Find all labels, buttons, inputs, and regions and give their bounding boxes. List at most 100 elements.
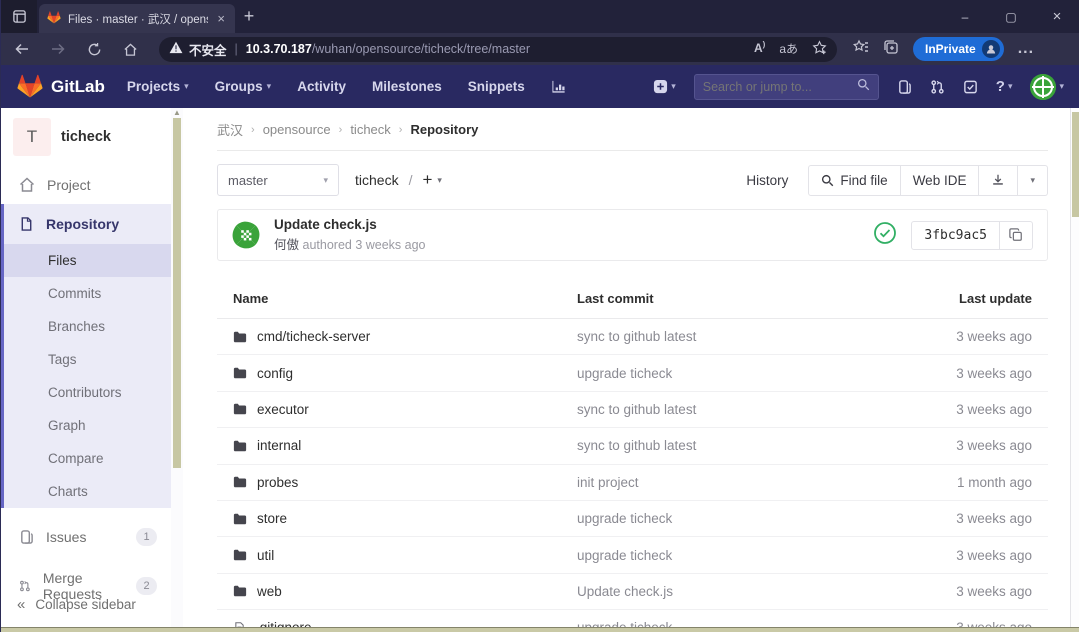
sidebar-item-repository[interactable]: Repository [4, 204, 171, 244]
user-menu[interactable]: ▾ [1030, 74, 1064, 100]
commit-author-avatar[interactable] [230, 219, 262, 251]
todos-icon[interactable] [963, 79, 978, 95]
last-update: 3 weeks ago [882, 584, 1032, 599]
page-scrollbar[interactable] [1070, 108, 1079, 627]
collapse-sidebar-button[interactable]: « Collapse sidebar [1, 596, 171, 613]
table-row[interactable]: store upgrade ticheck 3 weeks ago [217, 501, 1048, 537]
browser-tab[interactable]: Files · master · 武汉 / opensourc × [39, 4, 235, 33]
table-row[interactable]: util upgrade ticheck 3 weeks ago [217, 537, 1048, 573]
maximize-button[interactable]: ▢ [988, 0, 1034, 33]
close-button[interactable]: × [1034, 0, 1079, 33]
breadcrumb-project[interactable]: ticheck [350, 122, 390, 137]
address-bar[interactable]: 不安全 | 10.3.70.187 /wuhan/opensource/tich… [159, 37, 837, 62]
commit-message-link[interactable]: upgrade ticheck [577, 548, 672, 563]
help-dropdown[interactable]: ? ▾ [996, 78, 1013, 95]
history-button[interactable]: History [734, 166, 800, 195]
repo-root-link[interactable]: ticheck [355, 172, 399, 188]
collections-icon[interactable] [883, 39, 899, 60]
nav-groups[interactable]: Groups▾ [215, 79, 272, 94]
sidebar-item-contributors[interactable]: Contributors [4, 376, 171, 409]
file-name-link[interactable]: store [257, 511, 287, 526]
commit-sha[interactable]: 3fbc9ac5 [911, 221, 1000, 250]
web-ide-button[interactable]: Web IDE [901, 165, 980, 196]
sidebar-item-files[interactable]: Files [4, 244, 171, 277]
sidebar-item-issues[interactable]: Issues 1 [1, 516, 171, 558]
file-name-link[interactable]: probes [257, 475, 298, 490]
not-secure-chip[interactable]: 不安全 [169, 40, 227, 59]
download-source-button[interactable] [979, 165, 1018, 196]
chevron-down-icon: ▾ [267, 81, 272, 92]
nav-snippets[interactable]: Snippets [468, 79, 525, 94]
sidebar-item-project[interactable]: Project [1, 166, 171, 204]
table-row[interactable]: cmd/ticheck-server sync to github latest… [217, 319, 1048, 355]
commit-message-link[interactable]: sync to github latest [577, 329, 696, 344]
branch-selector[interactable]: master ▾ [217, 164, 339, 196]
chevron-down-icon: ▾ [184, 81, 189, 92]
back-icon[interactable] [7, 36, 37, 62]
search-input[interactable] [703, 80, 857, 94]
commit-message-link[interactable]: sync to github latest [577, 438, 696, 453]
commit-title-link[interactable]: Update check.js [274, 217, 426, 232]
nav-activity[interactable]: Activity [297, 79, 346, 94]
table-row[interactable]: internal sync to github latest 3 weeks a… [217, 428, 1048, 464]
sidebar-item-branches[interactable]: Branches [4, 310, 171, 343]
sidebar-scrollbar[interactable]: ▲ [171, 108, 183, 627]
translate-icon[interactable]: aあ [779, 40, 798, 58]
tab-close-icon[interactable]: × [215, 11, 227, 26]
new-dropdown[interactable]: ▾ [653, 79, 676, 94]
new-tab-button[interactable]: + [235, 0, 263, 33]
sidebar-item-commits[interactable]: Commits [4, 277, 171, 310]
sidebar-scroll-thumb[interactable] [173, 118, 181, 468]
sidebar-item-compare[interactable]: Compare [4, 442, 171, 475]
read-aloud-icon[interactable]: A) [754, 40, 765, 58]
copy-sha-button[interactable] [1000, 221, 1033, 250]
commit-message-link[interactable]: upgrade ticheck [577, 511, 672, 526]
file-name-link[interactable]: executor [257, 402, 309, 417]
nav-milestones[interactable]: Milestones [372, 79, 442, 94]
breadcrumb-subgroup[interactable]: opensource [263, 122, 331, 137]
file-name-link[interactable]: cmd/ticheck-server [257, 329, 370, 344]
commit-message-link[interactable]: upgrade ticheck [577, 366, 672, 381]
minimize-button[interactable]: – [942, 0, 988, 33]
refresh-icon[interactable] [79, 36, 109, 62]
nav-projects[interactable]: Projects▾ [127, 79, 189, 94]
commit-message-link[interactable]: init project [577, 475, 639, 490]
find-file-button[interactable]: Find file [808, 165, 900, 196]
add-file-dropdown[interactable]: + ▾ [422, 170, 441, 190]
download-options-dropdown[interactable]: ▾ [1018, 165, 1048, 196]
gitlab-brand[interactable]: GitLab [51, 77, 105, 97]
sidebar-item-charts[interactable]: Charts [4, 475, 171, 508]
favorites-icon[interactable] [853, 39, 869, 60]
file-name-link[interactable]: config [257, 366, 293, 381]
download-icon [991, 173, 1005, 187]
breadcrumb-group[interactable]: 武汉 [217, 120, 243, 139]
page-scroll-thumb[interactable] [1072, 112, 1079, 217]
horizontal-scrollbar[interactable] [1, 627, 1079, 632]
sidebar-item-tags[interactable]: Tags [4, 343, 171, 376]
commit-message-link[interactable]: Update check.js [577, 584, 673, 599]
table-row[interactable]: config upgrade ticheck 3 weeks ago [217, 355, 1048, 391]
add-favorite-icon[interactable] [812, 40, 827, 58]
chart-icon[interactable] [551, 79, 567, 94]
inprivate-badge[interactable]: InPrivate [913, 37, 1004, 61]
commit-author-link[interactable]: 何傲 [274, 238, 299, 252]
home-icon[interactable] [115, 36, 145, 62]
pipeline-status-icon[interactable] [873, 221, 897, 250]
global-search[interactable] [694, 74, 879, 100]
file-name-link[interactable]: util [257, 548, 274, 563]
tab-actions-icon[interactable] [1, 0, 37, 33]
file-name-link[interactable]: web [257, 584, 282, 599]
scroll-up-icon[interactable]: ▲ [171, 108, 183, 118]
merge-requests-icon[interactable] [930, 79, 945, 95]
issues-icon[interactable] [897, 79, 912, 95]
gitlab-logo-icon[interactable] [17, 74, 43, 99]
file-name-link[interactable]: internal [257, 438, 301, 453]
sidebar-item-graph[interactable]: Graph [4, 409, 171, 442]
issues-count-badge: 1 [136, 528, 157, 546]
table-row[interactable]: probes init project 1 month ago [217, 465, 1048, 501]
more-menu-icon[interactable]: ... [1018, 40, 1034, 58]
table-row[interactable]: executor sync to github latest 3 weeks a… [217, 392, 1048, 428]
table-row[interactable]: web Update check.js 3 weeks ago [217, 574, 1048, 610]
commit-message-link[interactable]: sync to github latest [577, 402, 696, 417]
project-header[interactable]: T ticheck [1, 108, 171, 166]
